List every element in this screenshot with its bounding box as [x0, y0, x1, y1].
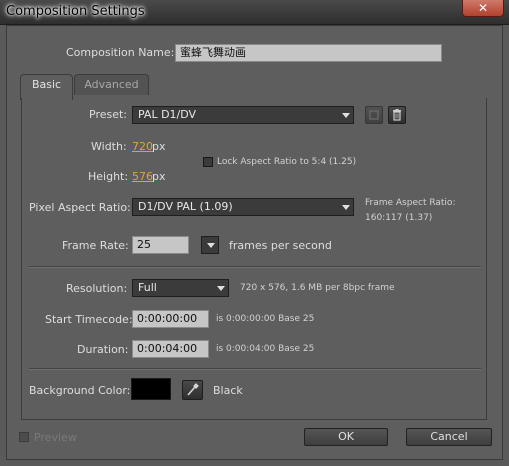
resolution-value: Full [138, 281, 157, 294]
width-label: Width: [91, 140, 127, 153]
resolution-dropdown[interactable]: Full [132, 279, 229, 297]
preset-value: PAL D1/DV [138, 108, 197, 121]
chevron-down-icon [342, 113, 350, 118]
chevron-down-icon [207, 243, 215, 248]
duration-label: Duration: [77, 343, 129, 356]
save-preset-icon [369, 110, 379, 120]
composition-name-input[interactable]: 蜜蜂飞舞动画 [175, 44, 442, 62]
window-title: Composition Settings [6, 4, 145, 19]
composition-name-label: Composition Name: [66, 46, 175, 59]
frame-rate-dropdown[interactable] [201, 236, 219, 254]
divider [29, 368, 481, 370]
trash-icon [393, 109, 401, 121]
divider [29, 266, 481, 268]
duration-input[interactable]: 0:00:04:00 [132, 340, 209, 358]
eyedropper-button[interactable] [182, 380, 203, 400]
frame-aspect-label: Frame Aspect Ratio: [365, 198, 456, 208]
pixel-aspect-value: D1/DV PAL (1.09) [138, 200, 233, 213]
delete-preset-button[interactable] [388, 106, 406, 124]
preset-label: Preset: [89, 108, 128, 121]
frame-rate-label: Frame Rate: [62, 239, 129, 252]
height-label: Height: [88, 170, 129, 183]
frame-rate-unit: frames per second [229, 239, 332, 252]
preview-checkbox[interactable] [19, 432, 29, 442]
background-color-swatch[interactable] [131, 378, 171, 400]
resolution-info: 720 x 576, 1.6 MB per 8bpc frame [240, 283, 395, 293]
frame-rate-input[interactable]: 25 [132, 236, 189, 254]
background-color-name: Black [213, 384, 243, 397]
chevron-down-icon [342, 205, 350, 210]
chevron-down-icon [217, 286, 225, 291]
lock-aspect-label: Lock Aspect Ratio to 5:4 (1.25) [217, 157, 357, 167]
pixel-aspect-dropdown[interactable]: D1/DV PAL (1.09) [132, 198, 354, 216]
lock-aspect-checkbox[interactable] [203, 157, 213, 167]
height-value[interactable]: 576 [132, 170, 153, 183]
tab-advanced[interactable]: Advanced [74, 74, 149, 95]
width-unit: px [152, 140, 166, 153]
start-timecode-info: is 0:00:00:00 Base 25 [216, 314, 315, 324]
save-preset-button[interactable] [365, 106, 383, 124]
start-timecode-input[interactable]: 0:00:00:00 [132, 310, 209, 328]
height-unit: px [152, 170, 166, 183]
cancel-button[interactable]: Cancel [406, 428, 492, 446]
close-icon: ✕ [477, 1, 489, 15]
composition-settings-dialog: Composition Name: 蜜蜂飞舞动画 Basic Advanced … [6, 25, 503, 460]
preview-label: Preview [34, 431, 77, 444]
width-value[interactable]: 720 [132, 140, 153, 153]
background-color-label: Background Color: [29, 384, 131, 397]
tab-basic[interactable]: Basic [20, 74, 73, 100]
duration-info: is 0:00:04:00 Base 25 [216, 344, 315, 354]
start-timecode-label: Start Timecode: [45, 313, 133, 326]
close-button[interactable]: ✕ [462, 0, 504, 17]
title-bar[interactable]: Composition Settings ✕ [0, 0, 509, 25]
resolution-label: Resolution: [66, 282, 128, 295]
ok-button[interactable]: OK [304, 428, 388, 446]
preset-dropdown[interactable]: PAL D1/DV [132, 106, 354, 124]
pixel-aspect-label: Pixel Aspect Ratio: [29, 201, 131, 214]
frame-aspect-value: 160:117 (1.37) [365, 213, 433, 223]
eyedropper-icon [187, 383, 199, 396]
